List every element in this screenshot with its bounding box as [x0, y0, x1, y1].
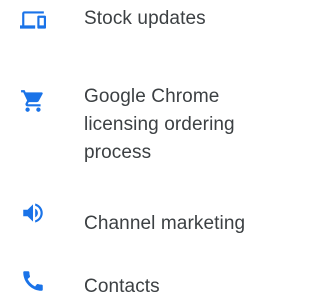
speaker-icon: [20, 200, 46, 226]
menu-item-label: Stock updates: [84, 8, 206, 29]
devices-icon: [20, 7, 46, 33]
resource-menu: Stock updates Google Chrome licensing or…: [0, 0, 273, 299]
menu-item-label: Google Chrome licensing ordering process: [84, 86, 235, 163]
menu-item-chrome-licensing[interactable]: Google Chrome licensing ordering process: [0, 78, 273, 168]
menu-item-stock-updates[interactable]: Stock updates: [0, 0, 273, 40]
phone-icon: [20, 268, 46, 294]
menu-item-contacts[interactable]: Contacts: [0, 262, 273, 299]
menu-item-label: Contacts: [84, 276, 160, 297]
menu-item-channel-marketing[interactable]: Channel marketing: [0, 196, 273, 236]
shopping-cart-icon: [20, 88, 46, 114]
menu-item-label: Channel marketing: [84, 213, 246, 234]
